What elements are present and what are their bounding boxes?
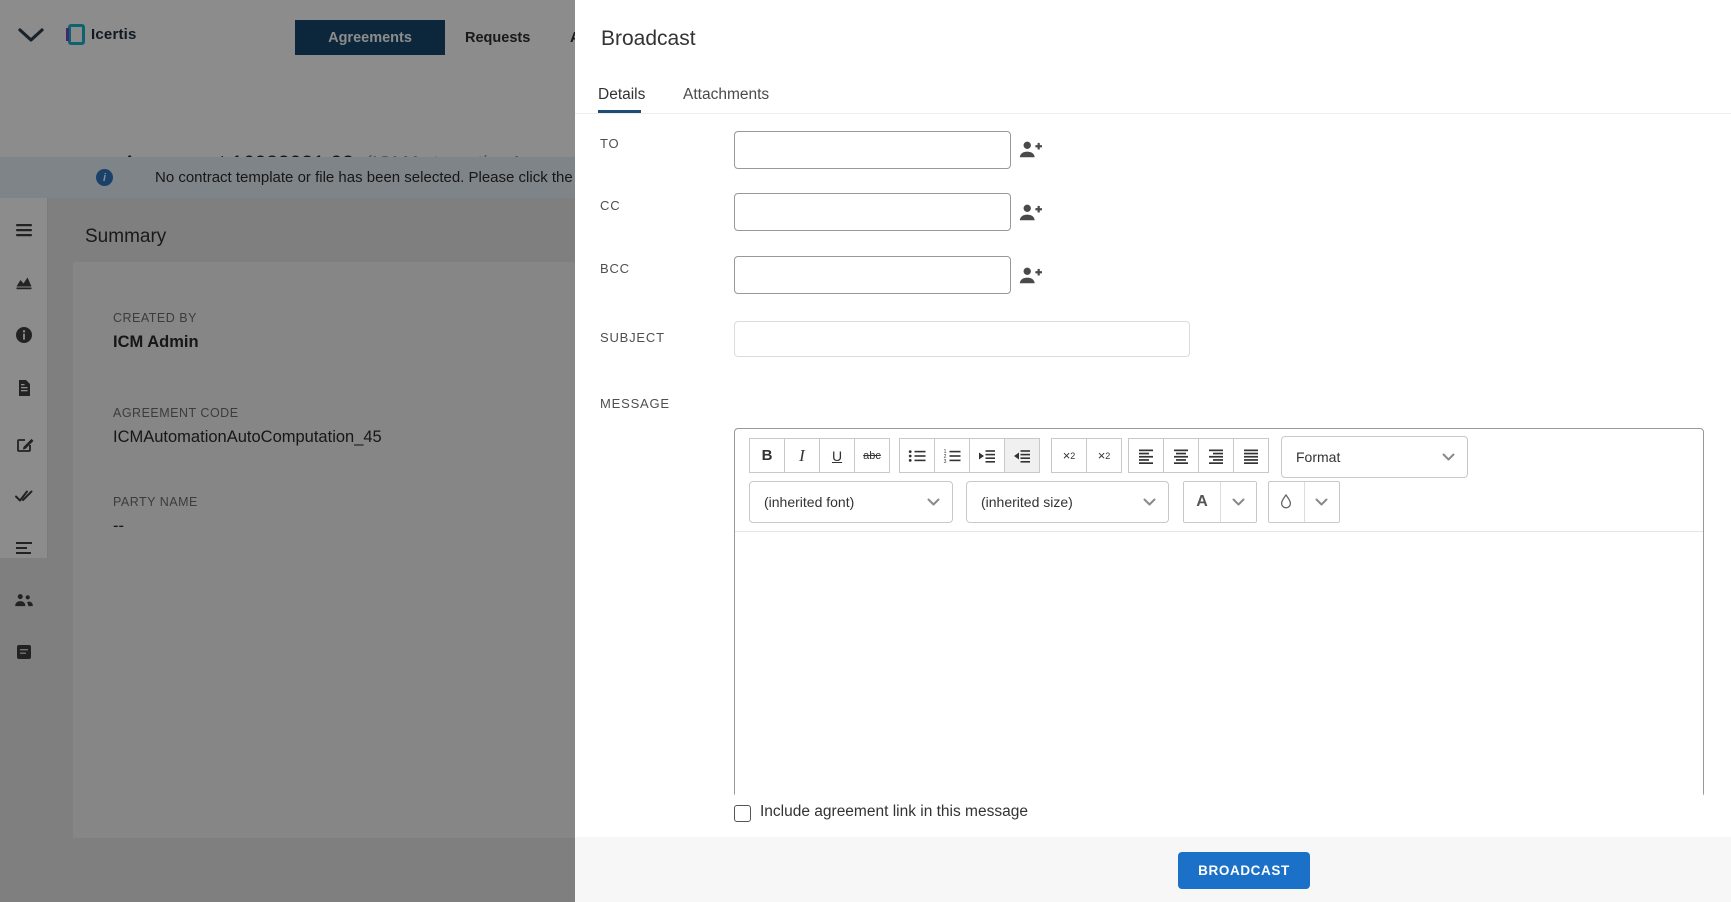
message-rich-text-editor: B I U abc 123 ×2 ×2 xyxy=(734,428,1704,797)
background-color-button[interactable] xyxy=(1269,482,1305,522)
format-dropdown[interactable]: Format xyxy=(1281,436,1468,478)
list-indent-group: 123 xyxy=(899,438,1040,473)
include-agreement-link-label: Include agreement link in this message xyxy=(760,803,1028,821)
chevron-down-icon xyxy=(1143,498,1156,507)
justify-button[interactable] xyxy=(1233,438,1269,473)
text-color-split-button[interactable]: A xyxy=(1183,481,1257,523)
background-color-dropdown[interactable] xyxy=(1305,482,1339,522)
outdent-button[interactable] xyxy=(1004,438,1040,473)
message-label: MESSAGE xyxy=(600,396,670,411)
bcc-label: BCC xyxy=(600,261,630,276)
align-left-button[interactable] xyxy=(1128,438,1164,473)
tab-divider xyxy=(575,113,1731,114)
add-recipient-bcc-icon[interactable] xyxy=(1018,265,1042,285)
bullet-list-button[interactable] xyxy=(899,438,935,473)
chevron-down-icon xyxy=(1315,498,1328,507)
tab-attachments[interactable]: Attachments xyxy=(683,86,769,104)
italic-button[interactable]: I xyxy=(784,438,820,473)
message-editor-body[interactable] xyxy=(735,532,1703,797)
bold-button[interactable]: B xyxy=(749,438,785,473)
to-label: TO xyxy=(600,136,619,151)
align-right-button[interactable] xyxy=(1198,438,1234,473)
strikethrough-button[interactable]: abc xyxy=(854,438,890,473)
svg-text:3: 3 xyxy=(944,458,947,462)
superscript-button[interactable]: ×2 xyxy=(1086,438,1122,473)
broadcast-dialog: Broadcast Details Attachments TO CC BCC … xyxy=(575,0,1731,902)
droplet-icon xyxy=(1279,494,1293,510)
superscript-glyph: × xyxy=(1098,448,1106,463)
text-color-button[interactable]: A xyxy=(1184,482,1221,522)
subscript-glyph: × xyxy=(1063,448,1071,463)
text-color-dropdown[interactable] xyxy=(1221,482,1256,522)
font-size-value: (inherited size) xyxy=(981,494,1143,510)
font-family-value: (inherited font) xyxy=(764,494,927,510)
dialog-footer: BROADCAST xyxy=(575,837,1731,902)
to-input[interactable] xyxy=(734,131,1011,169)
format-dropdown-value: Format xyxy=(1296,449,1442,465)
underline-button[interactable]: U xyxy=(819,438,855,473)
cc-input[interactable] xyxy=(734,193,1011,231)
chevron-down-icon xyxy=(927,498,940,507)
tab-details[interactable]: Details xyxy=(598,86,645,104)
chevron-down-icon xyxy=(1232,498,1245,507)
align-center-button[interactable] xyxy=(1163,438,1199,473)
subscript-button[interactable]: ×2 xyxy=(1051,438,1087,473)
background-color-split-button[interactable] xyxy=(1268,481,1340,523)
add-recipient-cc-icon[interactable] xyxy=(1018,202,1042,222)
broadcast-button[interactable]: BROADCAST xyxy=(1178,852,1310,889)
numbered-list-button[interactable]: 123 xyxy=(934,438,970,473)
superscript-small: 2 xyxy=(1105,451,1110,461)
cc-label: CC xyxy=(600,198,620,213)
font-family-dropdown[interactable]: (inherited font) xyxy=(749,481,953,523)
chevron-down-icon xyxy=(1442,453,1455,462)
indent-button[interactable] xyxy=(969,438,1005,473)
subject-input[interactable] xyxy=(734,321,1190,357)
dialog-title: Broadcast xyxy=(601,27,696,51)
text-style-group: B I U abc xyxy=(749,438,890,473)
alignment-group xyxy=(1128,438,1269,473)
bcc-input[interactable] xyxy=(734,256,1011,294)
include-agreement-link-checkbox[interactable] xyxy=(734,805,751,822)
subscript-small: 2 xyxy=(1070,451,1075,461)
script-group: ×2 ×2 xyxy=(1051,438,1122,473)
add-recipient-to-icon[interactable] xyxy=(1018,139,1042,159)
subject-label: SUBJECT xyxy=(600,330,665,345)
font-size-dropdown[interactable]: (inherited size) xyxy=(966,481,1169,523)
